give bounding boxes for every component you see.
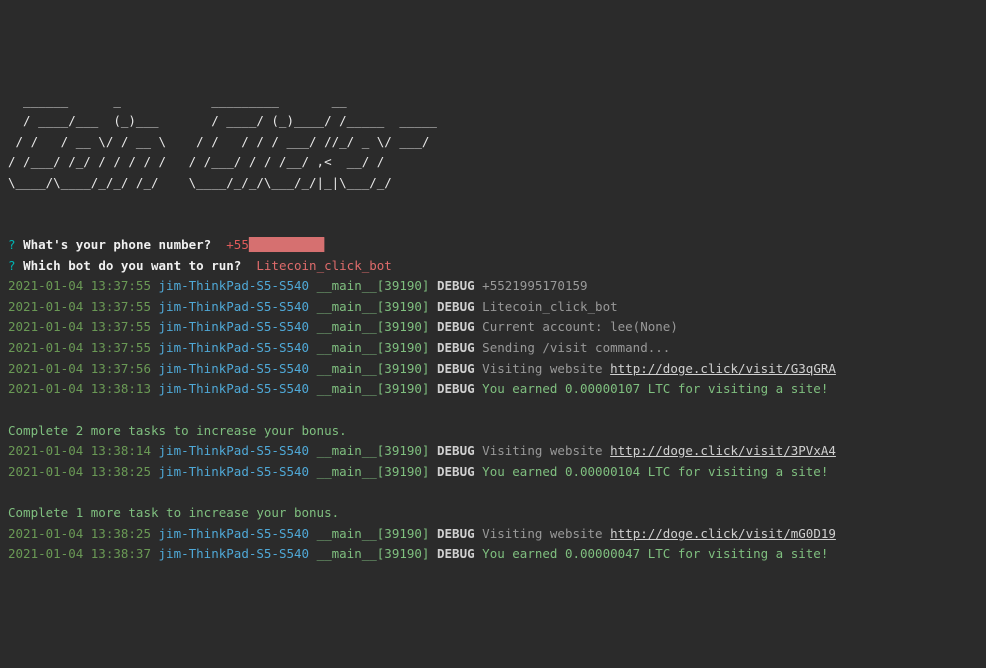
log-line: 2021-01-04 13:38:14 jim-ThinkPad-S5-S540…: [8, 443, 836, 458]
visit-link[interactable]: http://doge.click/visit/G3qGRA: [610, 361, 836, 376]
log-line: 2021-01-04 13:38:37 jim-ThinkPad-S5-S540…: [8, 546, 828, 561]
ascii-banner-line: / ____/___ (_)___ / ____/ (_)____/ /____…: [8, 113, 437, 128]
prompt-marker-icon: ?: [8, 237, 16, 252]
log-line: 2021-01-04 13:37:55 jim-ThinkPad-S5-S540…: [8, 340, 670, 355]
log-line: 2021-01-04 13:38:25 jim-ThinkPad-S5-S540…: [8, 464, 828, 479]
bonus-message: Complete 1 more task to increase your bo…: [8, 505, 339, 520]
earned-message: You earned 0.00000107 LTC for visiting a…: [482, 381, 828, 396]
ascii-banner-line: ______ _ _________ __: [8, 93, 347, 108]
phone-redacted: ██████████: [249, 237, 324, 252]
prompt-marker-icon: ?: [8, 258, 16, 273]
ascii-banner-line: / / / __ \/ / __ \ / / / / / ___/ //_/ _…: [8, 134, 429, 149]
ascii-banner-line: \____/\____/_/_/ /_/ \____/_/_/\___/_/|_…: [8, 175, 392, 190]
log-line: 2021-01-04 13:37:55 jim-ThinkPad-S5-S540…: [8, 299, 618, 314]
ascii-banner-line: / /___/ /_/ / / / / / / /___/ / / /__/ ,…: [8, 154, 384, 169]
visit-link[interactable]: http://doge.click/visit/mG0D19: [610, 526, 836, 541]
log-line: 2021-01-04 13:38:25 jim-ThinkPad-S5-S540…: [8, 526, 836, 541]
log-line: 2021-01-04 13:37:55 jim-ThinkPad-S5-S540…: [8, 278, 588, 293]
terminal-output: ______ _ _________ __ / ____/___ (_)___ …: [8, 91, 978, 565]
phone-prompt: What's your phone number?: [23, 237, 211, 252]
visit-link[interactable]: http://doge.click/visit/3PVxA4: [610, 443, 836, 458]
bonus-message: Complete 2 more tasks to increase your b…: [8, 423, 347, 438]
log-line: 2021-01-04 13:37:55 jim-ThinkPad-S5-S540…: [8, 319, 678, 334]
earned-message: You earned 0.00000104 LTC for visiting a…: [482, 464, 828, 479]
earned-message: You earned 0.00000047 LTC for visiting a…: [482, 546, 828, 561]
log-line: 2021-01-04 13:38:13 jim-ThinkPad-S5-S540…: [8, 381, 828, 396]
phone-input-value[interactable]: +55██████████: [226, 237, 324, 252]
bot-prompt: Which bot do you want to run?: [23, 258, 241, 273]
bot-selection-value[interactable]: Litecoin_click_bot: [256, 258, 391, 273]
log-line: 2021-01-04 13:37:56 jim-ThinkPad-S5-S540…: [8, 361, 836, 376]
